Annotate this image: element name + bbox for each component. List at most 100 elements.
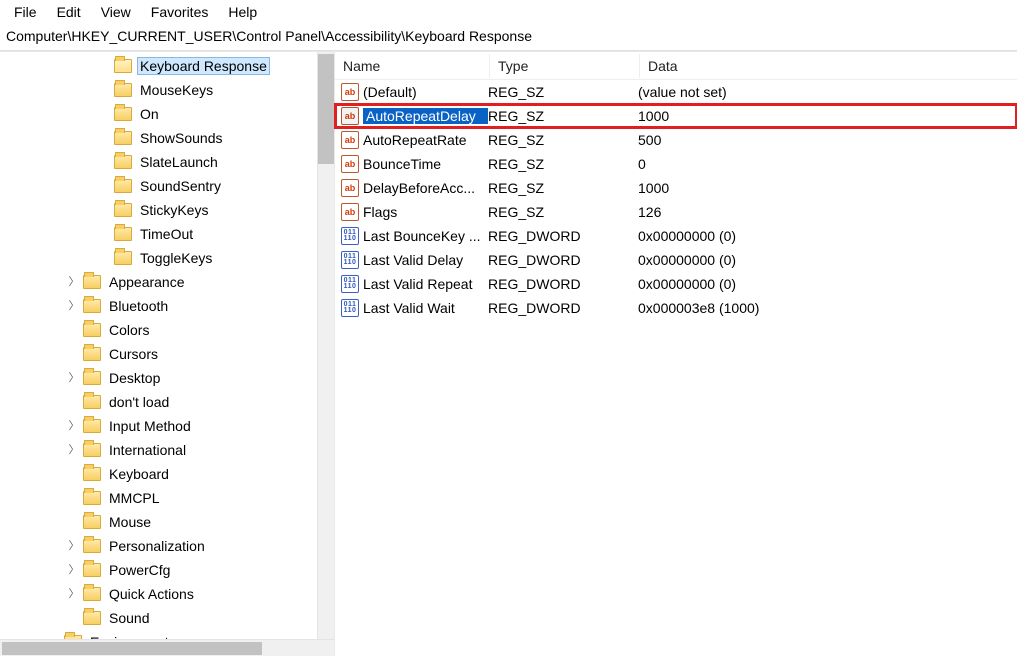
tree-item[interactable]: don't load [0, 390, 317, 414]
value-name: Last Valid Delay [363, 252, 488, 268]
tree-item[interactable]: 〉Quick Actions [0, 582, 317, 606]
folder-icon [114, 203, 132, 217]
tree-item[interactable]: Colors [0, 318, 317, 342]
tree-item-label: SoundSentry [138, 178, 223, 194]
tree-item[interactable]: 〉 Input Method [0, 414, 317, 438]
menu-help[interactable]: Help [218, 2, 267, 22]
expand-caret-icon[interactable]: 〉 [65, 442, 83, 458]
registry-tree[interactable]: Keyboard ResponseMouseKeysOnShowSoundsSl… [0, 52, 317, 639]
tree-item[interactable]: Keyboard [0, 462, 317, 486]
address-text: Computer\HKEY_CURRENT_USER\Control Panel… [6, 28, 532, 44]
value-row[interactable]: (Default)REG_SZ(value not set) [335, 80, 1017, 104]
string-value-icon [341, 131, 359, 149]
tree-item-label: Sound [107, 610, 151, 626]
folder-icon [114, 155, 132, 169]
tree-item[interactable]: SoundSentry [0, 174, 317, 198]
expand-caret-icon[interactable]: 〉 [65, 370, 83, 386]
value-name: (Default) [363, 84, 488, 100]
folder-icon [83, 275, 101, 289]
tree-item[interactable]: TimeOut [0, 222, 317, 246]
value-type: REG_DWORD [488, 252, 638, 268]
tree-item[interactable]: Cursors [0, 342, 317, 366]
tree-item[interactable]: 〉Appearance [0, 270, 317, 294]
tree-item[interactable]: Keyboard Response [0, 54, 317, 78]
folder-icon [83, 563, 101, 577]
folder-icon [83, 515, 101, 529]
column-header-type[interactable]: Type [490, 54, 640, 78]
string-value-icon [341, 107, 359, 125]
value-type: REG_SZ [488, 156, 638, 172]
string-value-icon [341, 83, 359, 101]
tree-item[interactable]: MMCPL [0, 486, 317, 510]
value-rows: (Default)REG_SZ(value not set)AutoRepeat… [335, 80, 1017, 320]
tree-item[interactable]: On [0, 102, 317, 126]
column-header-name[interactable]: Name [335, 54, 490, 78]
tree-item-label: PowerCfg [107, 562, 172, 578]
tree-item[interactable]: Environment [0, 630, 317, 639]
menu-view[interactable]: View [91, 2, 141, 22]
value-data: 1000 [638, 180, 1017, 196]
tree-item[interactable]: MouseKeys [0, 78, 317, 102]
value-row[interactable]: 011110Last Valid DelayREG_DWORD0x0000000… [335, 248, 1017, 272]
value-row[interactable]: BounceTimeREG_SZ0 [335, 152, 1017, 176]
column-headers: Name Type Data [335, 52, 1017, 80]
expand-caret-icon[interactable]: 〉 [65, 418, 83, 434]
tree-item[interactable]: ToggleKeys [0, 246, 317, 270]
tree-item[interactable]: 〉Desktop [0, 366, 317, 390]
value-type: REG_SZ [488, 84, 638, 100]
content-area: Keyboard ResponseMouseKeysOnShowSoundsSl… [0, 51, 1017, 656]
folder-icon [83, 323, 101, 337]
value-data: 0x00000000 (0) [638, 228, 1017, 244]
tree-item-label: Input Method [107, 418, 193, 434]
tree-item-label: don't load [107, 394, 171, 410]
menu-favorites[interactable]: Favorites [141, 2, 219, 22]
folder-icon [114, 59, 132, 73]
value-row[interactable]: 011110Last Valid WaitREG_DWORD0x000003e8… [335, 296, 1017, 320]
value-data: 0 [638, 156, 1017, 172]
tree-item-label: International [107, 442, 188, 458]
value-name: AutoRepeatRate [363, 132, 488, 148]
scrollbar-thumb[interactable] [318, 54, 334, 164]
tree-item[interactable]: 〉Personalization [0, 534, 317, 558]
tree-item[interactable]: Sound [0, 606, 317, 630]
value-row[interactable]: AutoRepeatRateREG_SZ500 [335, 128, 1017, 152]
tree-item[interactable]: Mouse [0, 510, 317, 534]
value-data: 0x00000000 (0) [638, 252, 1017, 268]
value-row[interactable]: 011110Last BounceKey ...REG_DWORD0x00000… [335, 224, 1017, 248]
tree-item[interactable]: SlateLaunch [0, 150, 317, 174]
scrollbar-thumb[interactable] [2, 642, 262, 655]
expand-caret-icon[interactable]: 〉 [65, 586, 83, 602]
column-header-data[interactable]: Data [640, 54, 1017, 78]
value-type: REG_DWORD [488, 228, 638, 244]
folder-icon [83, 347, 101, 361]
expand-caret-icon[interactable]: 〉 [65, 562, 83, 578]
expand-caret-icon[interactable]: 〉 [65, 298, 83, 314]
value-list-pane: Name Type Data (Default)REG_SZ(value not… [335, 52, 1017, 656]
value-row[interactable]: AutoRepeatDelayREG_SZ1000 [335, 104, 1017, 128]
dword-value-icon: 011110 [341, 251, 359, 269]
value-row[interactable]: DelayBeforeAcc...REG_SZ1000 [335, 176, 1017, 200]
tree-item[interactable]: 〉Bluetooth [0, 294, 317, 318]
tree-horizontal-scrollbar[interactable] [0, 639, 334, 656]
tree-item-label: ToggleKeys [138, 250, 214, 266]
value-type: REG_SZ [488, 204, 638, 220]
tree-item[interactable]: 〉 PowerCfg [0, 558, 317, 582]
value-name: DelayBeforeAcc... [363, 180, 488, 196]
value-row[interactable]: 011110Last Valid RepeatREG_DWORD0x000000… [335, 272, 1017, 296]
expand-caret-icon[interactable]: 〉 [65, 274, 83, 290]
value-row[interactable]: FlagsREG_SZ126 [335, 200, 1017, 224]
string-value-icon [341, 203, 359, 221]
value-type: REG_SZ [488, 132, 638, 148]
folder-icon [114, 179, 132, 193]
value-data: 500 [638, 132, 1017, 148]
dword-value-icon: 011110 [341, 275, 359, 293]
tree-item[interactable]: ShowSounds [0, 126, 317, 150]
tree-vertical-scrollbar[interactable] [317, 52, 334, 639]
tree-item[interactable]: 〉 International [0, 438, 317, 462]
expand-caret-icon[interactable]: 〉 [65, 538, 83, 554]
menu-edit[interactable]: Edit [47, 2, 91, 22]
folder-icon [83, 491, 101, 505]
menu-file[interactable]: File [4, 2, 47, 22]
address-bar[interactable]: Computer\HKEY_CURRENT_USER\Control Panel… [0, 24, 1017, 51]
tree-item[interactable]: StickyKeys [0, 198, 317, 222]
